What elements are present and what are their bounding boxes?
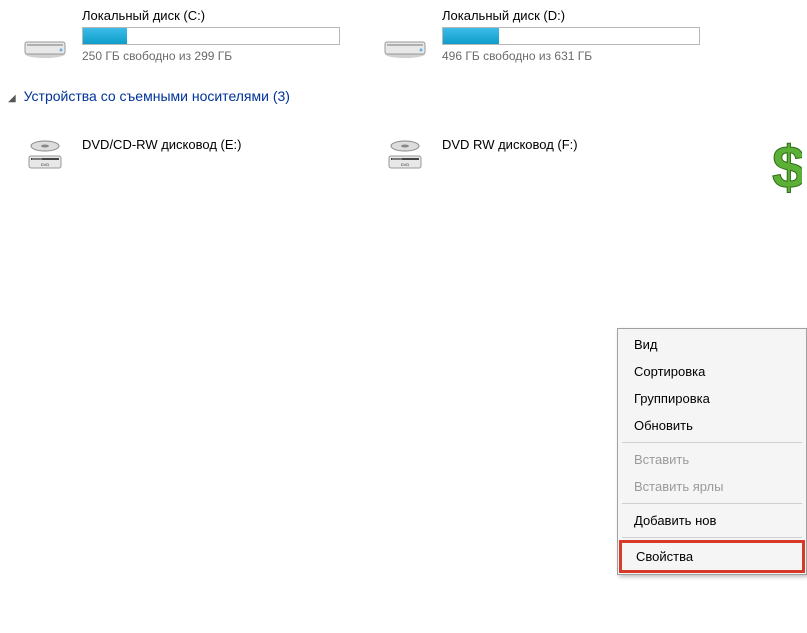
svg-text:$: $ [772,138,802,201]
drive-item-c[interactable]: Локальный диск (C:) 250 ГБ свободно из 2… [20,8,340,63]
menu-separator [622,537,802,538]
menu-group[interactable]: Группировка [620,385,804,412]
section-label: Устройства со съемными носителями (3) [24,88,290,104]
removable-name: DVD/CD-RW дисковод (E:) [82,137,241,152]
menu-separator [622,442,802,443]
drive-space-text: 250 ГБ свободно из 299 ГБ [82,49,340,63]
svg-text:DVD: DVD [41,162,50,167]
progress-bar [442,27,700,45]
menu-refresh[interactable]: Обновить [620,412,804,439]
menu-properties[interactable]: Свойства [619,540,805,573]
removable-name: DVD RW дисковод (F:) [442,137,578,152]
drive-space-text: 496 ГБ свободно из 631 ГБ [442,49,700,63]
progress-bar [82,27,340,45]
hard-drive-icon [20,22,70,62]
context-menu: Вид Сортировка Группировка Обновить Вста… [617,328,807,575]
dvd-drive-e[interactable]: DVD DVD/CD-RW дисковод (E:) [20,119,340,173]
dvd-drive-icon: DVD [20,133,70,173]
menu-paste-shortcut: Вставить ярлы [620,473,804,500]
drive-item-d[interactable]: Локальный диск (D:) 496 ГБ свободно из 6… [380,8,700,63]
dvd-drive-icon: DVD [380,133,430,173]
dollar-icon: $ [762,138,802,205]
menu-view[interactable]: Вид [620,331,804,358]
progress-fill [83,28,127,44]
hard-drive-icon [380,22,430,62]
drive-name: Локальный диск (C:) [82,8,340,23]
menu-add-new[interactable]: Добавить нов [620,507,804,534]
menu-sort[interactable]: Сортировка [620,358,804,385]
progress-fill [443,28,499,44]
svg-text:DVD: DVD [401,162,410,167]
menu-paste: Вставить [620,446,804,473]
dvd-drive-f[interactable]: DVD DVD RW дисковод (F:) [380,119,700,173]
menu-separator [622,503,802,504]
drive-name: Локальный диск (D:) [442,8,700,23]
expand-arrow-icon: ◢ [8,93,16,104]
removable-section-header[interactable]: ◢ Устройства со съемными носителями (3) [8,88,807,104]
